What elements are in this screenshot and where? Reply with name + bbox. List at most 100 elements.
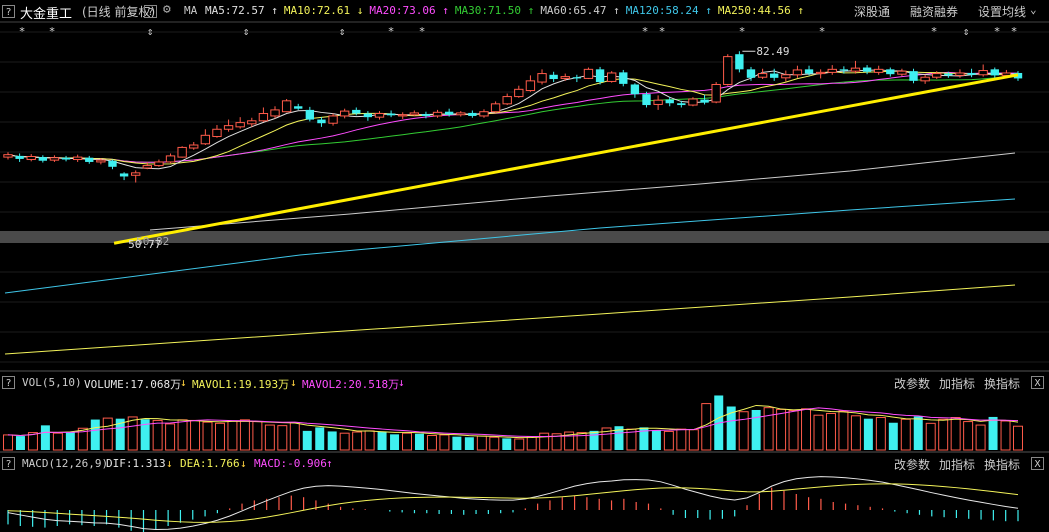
volume-bar [289,422,300,451]
event-marker: * [642,25,649,38]
price-chart: 82.4950.8250.77* * ⇕ ⇕ ⇕ * * * * * * * ⇕ * * [0,21,1049,532]
volume-change-params[interactable]: 改参数 [894,375,930,392]
candle-body [26,156,36,161]
candle-body [235,122,245,128]
volume-bar [850,415,861,451]
candle-body [317,119,326,124]
volume-bar [788,410,799,451]
candle-body [688,98,698,106]
candle-body [583,68,594,79]
volume-bar [502,438,512,450]
candle-body [897,70,907,75]
candle-body [549,74,558,80]
candle-body [735,54,744,70]
volume-bar [127,416,138,451]
candle-body [665,99,674,104]
candle-body [131,172,141,176]
candle-body [49,157,60,161]
volume-bar [763,407,774,451]
candle-body [886,69,895,75]
volume-bar [526,436,537,451]
volume-bar [751,409,761,450]
candle-body [409,112,420,116]
candle-body [711,83,721,103]
volume-bar [888,422,898,450]
candle-body [815,71,826,75]
volume-bar [277,425,288,451]
candle-body [165,155,176,163]
volume-switch-indicator[interactable]: 换指标 [984,375,1020,392]
ma60-line [149,152,1016,231]
candle-body [990,69,999,76]
macd-help-button[interactable]: ? [2,457,15,470]
candle-body [642,94,651,106]
macd-header: ? MACD(12,26,9) DIF:1.313 ↓ DEA:1.766 ↓ … [0,455,1049,473]
candle-body [223,125,234,130]
event-marker: ⇕ [339,25,346,38]
candle-body [770,73,779,78]
ma250-line [4,284,1016,355]
volume-bar [264,424,275,451]
candle-body [38,157,48,161]
volume-bar [539,432,550,451]
volume-bar [963,421,974,451]
mavol2-arrow: ↓ [398,376,405,389]
candle-body [200,134,211,145]
event-marker: * [1011,25,1018,38]
volume-bar [302,430,312,450]
trend-line [113,73,1019,245]
volume-bar [688,429,699,451]
candle-body [294,106,303,109]
volume-bar [452,436,462,450]
candle-body [247,120,257,125]
macd-close-icon[interactable]: X [1031,457,1044,470]
candle-body [328,115,338,124]
volume-bar [377,431,387,450]
candle-body [363,113,373,118]
candle-body [630,84,640,95]
dif-arrow: ↓ [166,457,173,470]
candle-body [119,173,129,177]
candle-body [967,72,976,75]
volume-bar [239,419,250,451]
volume-bar [913,416,923,450]
macd-add-indicator[interactable]: 加指标 [939,456,975,473]
candle-body [386,113,396,116]
volume-bar [414,433,424,450]
candle-body [142,165,152,169]
high-label: 82.49 [756,45,789,58]
volume-bar [813,414,824,451]
candle-body [444,111,454,115]
candle-body [398,114,408,117]
macd-value: MACD:-0.906 [254,457,327,470]
volume-arrow: ↓ [180,376,187,389]
volume-bar [489,436,500,451]
candle-body [525,80,536,92]
candle-body [72,156,83,161]
volume-close-icon[interactable]: X [1031,376,1044,389]
volume-bar [315,427,325,450]
event-marker: ⇕ [243,25,250,38]
volume-bar [651,430,661,450]
candle-body [781,74,791,79]
candle-body [456,112,466,116]
candle-body [258,113,269,122]
macd-arrow: ↑ [326,457,333,470]
candle-body [955,72,965,76]
candle-body [653,99,663,105]
candle-body [61,157,71,160]
volume-bar [177,419,188,451]
volume-bar [339,432,350,451]
volume-bar [402,432,413,451]
candle-body [677,103,686,106]
dea-arrow: ↓ [240,457,247,470]
volume-value: VOLUME:17.068万 [84,378,182,391]
volume-add-indicator[interactable]: 加指标 [939,375,975,392]
volume-bar [352,431,363,451]
candle-body [514,88,524,98]
volume-bar [202,421,213,451]
macd-change-params[interactable]: 改参数 [894,456,930,473]
volume-bar [776,408,787,451]
volume-help-button[interactable]: ? [2,376,15,389]
macd-switch-indicator[interactable]: 换指标 [984,456,1020,473]
